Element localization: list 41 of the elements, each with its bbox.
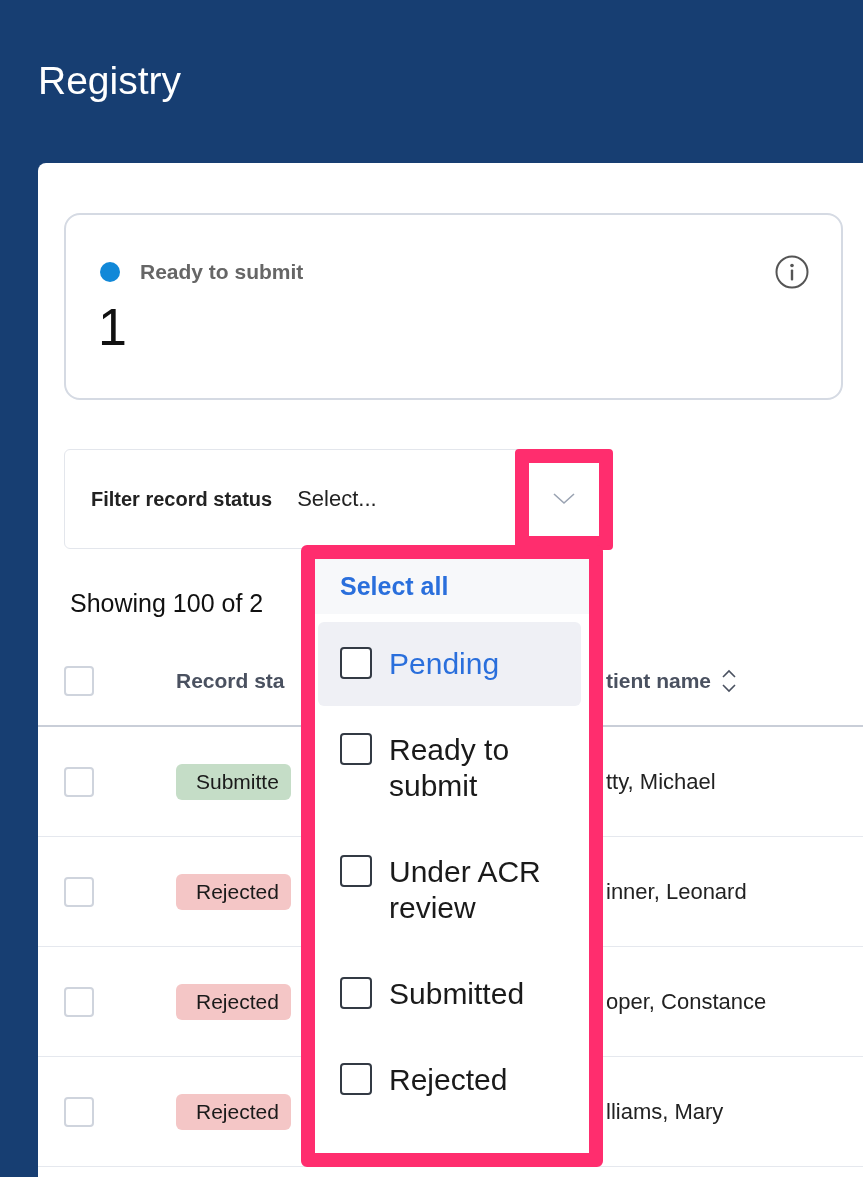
dropdown-toggle-button[interactable] bbox=[515, 448, 613, 550]
option-label: Submitted bbox=[389, 976, 525, 1012]
table-cell: lliams, Mary bbox=[606, 1098, 724, 1124]
option-checkbox[interactable] bbox=[340, 977, 372, 1009]
status-badge: Rejected bbox=[176, 983, 291, 1020]
row-checkbox[interactable] bbox=[64, 986, 94, 1017]
option-label: Pending bbox=[389, 646, 500, 682]
menu-item[interactable]: Under ACR review bbox=[318, 830, 581, 950]
status-badge: Submitte bbox=[176, 763, 291, 800]
option-label: Under ACR review bbox=[389, 854, 542, 926]
column-header[interactable]: tient name bbox=[606, 669, 712, 693]
table-cell: oper, Constance bbox=[606, 988, 767, 1014]
menu-item[interactable]: Ready to submit bbox=[318, 708, 581, 828]
option-label: Rejected bbox=[389, 1062, 508, 1098]
status-count: 1 bbox=[98, 297, 128, 357]
select-all-checkbox[interactable] bbox=[64, 666, 94, 696]
select-all-option[interactable]: Select all bbox=[315, 559, 589, 614]
status-label: Ready to submit bbox=[140, 260, 305, 284]
option-checkbox[interactable] bbox=[340, 647, 372, 679]
table-cell: inner, Leonard bbox=[606, 878, 747, 904]
status-badge: Rejected bbox=[176, 1093, 291, 1130]
column-header[interactable]: Record sta bbox=[176, 669, 285, 693]
option-checkbox[interactable] bbox=[340, 733, 372, 765]
table-cell: tty, Michael bbox=[606, 768, 716, 794]
menu-item[interactable]: Rejected bbox=[318, 1038, 581, 1122]
option-label: Ready to submit bbox=[389, 732, 511, 804]
chevron-down-icon bbox=[553, 493, 575, 505]
row-checkbox[interactable] bbox=[64, 876, 94, 907]
menu-item[interactable]: Submitted bbox=[318, 952, 581, 1036]
status-select[interactable]: Select... bbox=[297, 486, 515, 512]
option-checkbox[interactable] bbox=[340, 1063, 372, 1095]
status-badge: Rejected bbox=[176, 873, 291, 910]
option-checkbox[interactable] bbox=[340, 855, 372, 887]
menu-item[interactable]: Pending bbox=[318, 622, 581, 706]
results-count: Showing 100 of 2 bbox=[70, 589, 265, 619]
row-checkbox[interactable] bbox=[64, 766, 94, 797]
page-title: Registry bbox=[38, 58, 182, 103]
row-checkbox[interactable] bbox=[64, 1096, 94, 1127]
info-icon[interactable] bbox=[775, 255, 809, 289]
sort-icon[interactable] bbox=[721, 668, 738, 694]
filter-label: Filter record status bbox=[91, 487, 273, 511]
